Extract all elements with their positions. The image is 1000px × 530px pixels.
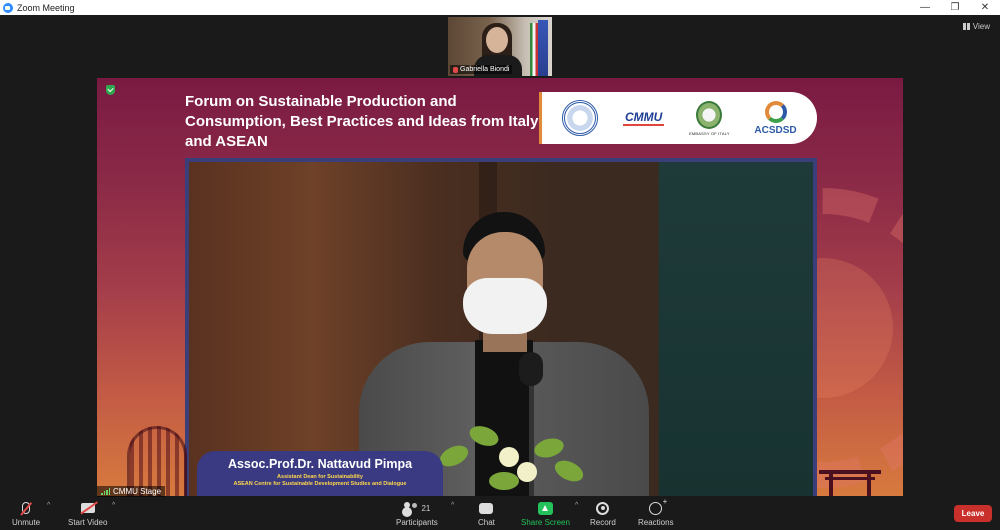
meeting-toolbar: Unmute ^ Start Video ^ 21 Participants ^… bbox=[0, 497, 1000, 530]
audio-options-chevron-icon[interactable]: ^ bbox=[47, 502, 50, 509]
microphone-muted-icon bbox=[22, 502, 30, 514]
torii-gate-silhouette bbox=[819, 470, 881, 496]
view-label: View bbox=[972, 22, 990, 31]
encryption-shield-icon[interactable] bbox=[106, 85, 115, 95]
stage-label-text: CMMU Stage bbox=[113, 487, 162, 496]
chat-bubble-icon bbox=[479, 502, 494, 514]
restore-icon[interactable]: ❐ bbox=[940, 0, 970, 15]
window-title: Zoom Meeting bbox=[17, 2, 75, 13]
reactions-button[interactable]: Reactions bbox=[638, 497, 674, 528]
acsdsd-logo: ACSDSD bbox=[754, 100, 797, 136]
share-options-chevron-icon[interactable]: ^ bbox=[575, 502, 578, 509]
speaker-name-plate: Assoc.Prof.Dr. Nattavud Pimpa Assistant … bbox=[197, 451, 443, 496]
cmmu-logo: CMMU bbox=[622, 110, 665, 126]
eu-flag bbox=[538, 20, 548, 76]
unmute-label: Unmute bbox=[12, 518, 41, 527]
start-video-label: Start Video bbox=[68, 518, 108, 527]
muted-mic-icon bbox=[453, 66, 458, 73]
camera-off-icon bbox=[80, 503, 95, 513]
university-seal-logo bbox=[562, 100, 599, 136]
share-screen-button[interactable]: Share Screen bbox=[521, 500, 570, 527]
main-video-stage: Forum on Sustainable Production and Cons… bbox=[97, 78, 903, 496]
zoom-meeting-window: Zoom Meeting — ❐ ✕ Gabriella Biondi View… bbox=[0, 0, 1000, 530]
signal-strength-icon bbox=[101, 488, 110, 495]
reactions-label: Reactions bbox=[638, 518, 674, 527]
leave-button[interactable]: Leave bbox=[954, 505, 992, 522]
smiley-reaction-icon bbox=[649, 497, 667, 515]
chat-button[interactable]: Chat bbox=[478, 500, 495, 527]
participants-icon bbox=[403, 502, 419, 514]
speaker-role: Assistant Dean for Sustainability ASEAN … bbox=[233, 474, 407, 487]
forum-title: Forum on Sustainable Production and Cons… bbox=[185, 93, 539, 150]
chat-label: Chat bbox=[478, 518, 495, 527]
participant-nameplate: Gabriella Biondi bbox=[450, 65, 513, 74]
flower-arrangement bbox=[436, 417, 589, 496]
participants-options-chevron-icon[interactable]: ^ bbox=[451, 502, 454, 509]
sponsor-logo-card: CMMU EMBASSY OF ITALY ACSDSD bbox=[539, 92, 817, 144]
share-screen-icon bbox=[537, 501, 553, 515]
start-video-button[interactable]: Start Video bbox=[68, 500, 107, 527]
participants-label: Participants bbox=[396, 518, 438, 527]
podium-microphone bbox=[519, 352, 543, 386]
minimize-icon[interactable]: — bbox=[910, 0, 940, 15]
stage-label: CMMU Stage bbox=[97, 486, 166, 497]
record-label: Record bbox=[590, 518, 616, 527]
title-bar: Zoom Meeting — ❐ ✕ bbox=[0, 0, 1000, 15]
zoom-logo-icon bbox=[3, 2, 13, 13]
participant-name: Gabriella Biondi bbox=[460, 66, 510, 73]
speaker-video bbox=[185, 158, 817, 496]
unmute-button[interactable]: Unmute bbox=[12, 500, 40, 527]
record-icon bbox=[596, 501, 610, 515]
grid-view-icon bbox=[962, 23, 970, 30]
close-icon[interactable]: ✕ bbox=[970, 0, 1000, 15]
embassy-of-italy-logo: EMBASSY OF ITALY bbox=[689, 100, 730, 136]
participants-count: 21 bbox=[421, 503, 431, 513]
view-button[interactable]: View bbox=[962, 22, 990, 31]
video-options-chevron-icon[interactable]: ^ bbox=[112, 502, 115, 509]
share-screen-label: Share Screen bbox=[521, 518, 570, 527]
record-button[interactable]: Record bbox=[590, 500, 616, 527]
participants-button[interactable]: 21 Participants bbox=[396, 500, 438, 527]
speaker-name: Assoc.Prof.Dr. Nattavud Pimpa bbox=[227, 457, 413, 471]
participant-thumbnail[interactable]: Gabriella Biondi bbox=[448, 17, 552, 76]
italian-flag bbox=[530, 23, 538, 76]
